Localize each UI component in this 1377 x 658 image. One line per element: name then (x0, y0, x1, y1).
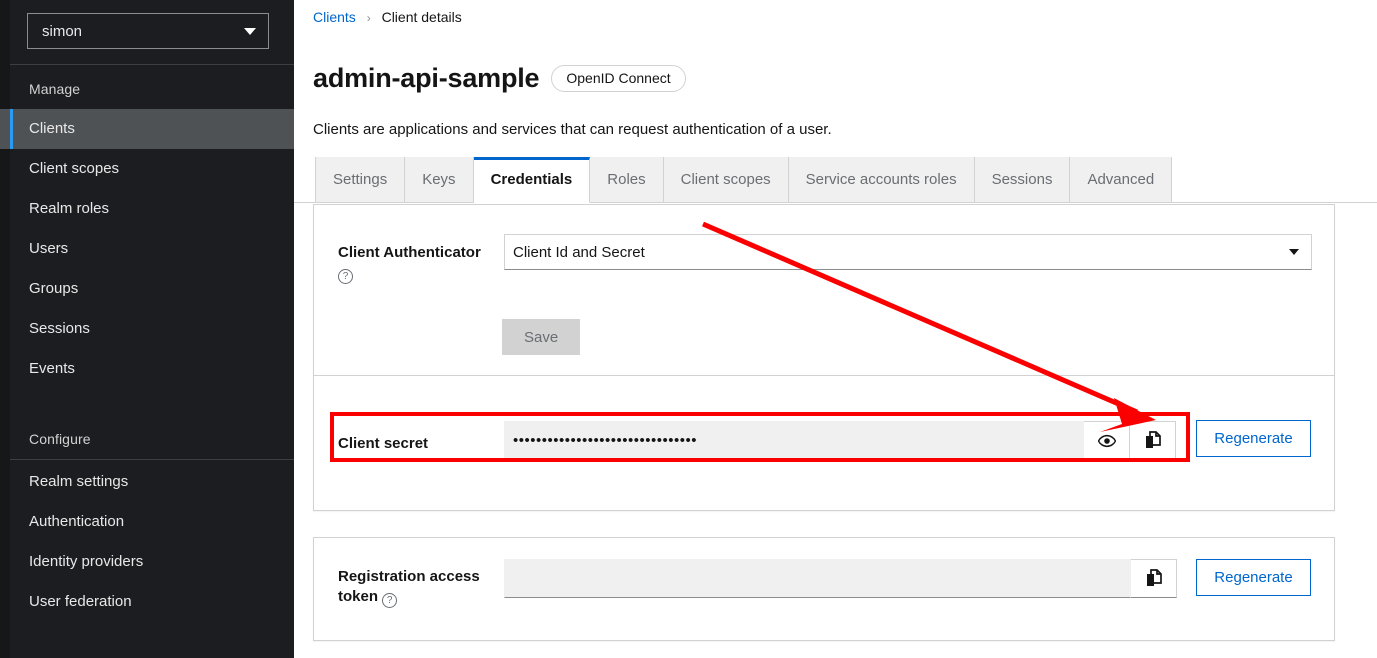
breadcrumb-separator-icon: › (366, 11, 371, 25)
copy-icon (1146, 569, 1162, 586)
tab-label: Client scopes (680, 171, 771, 189)
page-title: admin-api-sample (313, 63, 540, 94)
registration-access-token-card: Registration access token ? Regenerate (313, 537, 1335, 641)
sidebar-item-identity-providers[interactable]: Identity providers (0, 542, 294, 582)
help-circle-icon[interactable]: ? (338, 269, 353, 284)
tab-settings[interactable]: Settings (315, 157, 406, 203)
tab-credentials[interactable]: Credentials (473, 157, 591, 204)
realm-selector-wrap: simon (0, 0, 294, 49)
client-authenticator-label-text: Client Authenticator (338, 244, 481, 261)
tab-label: Advanced (1087, 171, 1155, 189)
sidebar-item-label: Users (29, 240, 69, 257)
regenerate-secret-button[interactable]: Regenerate (1196, 420, 1311, 457)
copy-secret-button[interactable] (1130, 421, 1176, 460)
nav-section-title-manage: Manage (29, 81, 81, 97)
sidebar-item-clients[interactable]: Clients (0, 109, 294, 149)
tab-label: Sessions (991, 171, 1053, 189)
eye-icon (1097, 434, 1116, 447)
tab-label: Settings (333, 171, 388, 189)
chevron-down-icon (244, 27, 256, 35)
save-button[interactable]: Save (502, 319, 581, 355)
sidebar-item-label: Authentication (29, 513, 125, 530)
realm-selector-value: simon (42, 22, 83, 40)
tab-keys[interactable]: Keys (405, 157, 474, 203)
realm-selector[interactable]: simon (27, 13, 269, 49)
help-circle-icon[interactable]: ? (382, 593, 398, 608)
nav-section-title-configure: Configure (29, 431, 91, 447)
client-secret-input-group: •••••••••••••••••••••••••••••••• (504, 421, 1176, 460)
sidebar-item-groups[interactable]: Groups (0, 269, 294, 309)
tab-client-scopes[interactable]: Client scopes (663, 157, 789, 203)
breadcrumb-current: Client details (381, 9, 462, 25)
title-row: admin-api-sample OpenID Connect (313, 45, 1377, 112)
tab-advanced[interactable]: Advanced (1070, 157, 1173, 203)
sidebar-item-label: Events (29, 360, 75, 377)
sidebar-item-label: Sessions (29, 320, 90, 337)
registration-access-token-label: Registration access token ? (338, 567, 488, 608)
sidebar-item-label: Identity providers (29, 553, 144, 570)
tab-sessions[interactable]: Sessions (974, 157, 1071, 203)
copy-registration-token-button[interactable] (1131, 559, 1177, 598)
sidebar-item-users[interactable]: Users (0, 229, 294, 269)
regenerate-registration-token-button[interactable]: Regenerate (1196, 559, 1311, 596)
breadcrumb-link-clients[interactable]: Clients (313, 9, 356, 25)
sidebar-item-events[interactable]: Events (0, 349, 294, 389)
sidebar-item-label: Realm roles (29, 200, 110, 217)
client-authenticator-label: Client Authenticator ? (338, 243, 481, 284)
sidebar-item-user-federation[interactable]: User federation (0, 582, 294, 622)
registration-token-input-group (504, 559, 1177, 598)
sidebar-item-label: Client scopes (29, 160, 120, 177)
copy-icon (1145, 431, 1161, 448)
page-header: admin-api-sample OpenID Connect Clients … (294, 25, 1377, 138)
tab-label: Credentials (490, 171, 573, 189)
tab-roles[interactable]: Roles (590, 157, 664, 203)
tab-label: Keys (422, 171, 456, 189)
registration-token-label-line1: Registration access (338, 568, 480, 585)
registration-token-label-line2: token (338, 588, 379, 605)
sidebar-item-realm-roles[interactable]: Realm roles (0, 189, 294, 229)
tab-label: Service accounts roles (805, 171, 957, 189)
sidebar-item-authentication[interactable]: Authentication (0, 502, 294, 542)
client-secret-label: Client secret (338, 435, 429, 452)
client-authenticator-value: Client Id and Secret (513, 243, 645, 261)
main-content: Clients › Client details admin-api-sampl… (294, 0, 1377, 658)
tab-bar: Settings Keys Credentials Roles Client s… (294, 157, 1377, 204)
sidebar: simon Manage Clients Client scopes Realm… (0, 0, 294, 658)
keycloak-admin-console: simon Manage Clients Client scopes Realm… (0, 0, 1377, 658)
sidebar-item-label: User federation (29, 593, 132, 610)
sidebar-item-label: Realm settings (29, 473, 129, 490)
reveal-secret-button[interactable] (1084, 421, 1130, 460)
breadcrumb: Clients › Client details (294, 0, 1377, 25)
client-protocol-badge: OpenID Connect (551, 65, 686, 93)
tab-label: Roles (607, 171, 646, 189)
client-authenticator-select[interactable]: Client Id and Secret (504, 234, 1312, 270)
sidebar-item-label: Clients (29, 120, 75, 137)
registration-token-input[interactable] (504, 559, 1131, 598)
credentials-card: Client Authenticator ? Client Id and Sec… (313, 204, 1335, 511)
sidebar-item-sessions[interactable]: Sessions (0, 309, 294, 349)
page-description: Clients are applications and services th… (313, 121, 832, 139)
sidebar-item-label: Groups (29, 280, 79, 297)
chevron-down-icon (1289, 249, 1299, 255)
tab-service-accounts-roles[interactable]: Service accounts roles (788, 157, 975, 203)
card-section-divider (314, 375, 1334, 376)
client-secret-input[interactable]: •••••••••••••••••••••••••••••••• (504, 421, 1084, 460)
sidebar-item-client-scopes[interactable]: Client scopes (0, 149, 294, 189)
sidebar-item-realm-settings[interactable]: Realm settings (0, 460, 294, 502)
